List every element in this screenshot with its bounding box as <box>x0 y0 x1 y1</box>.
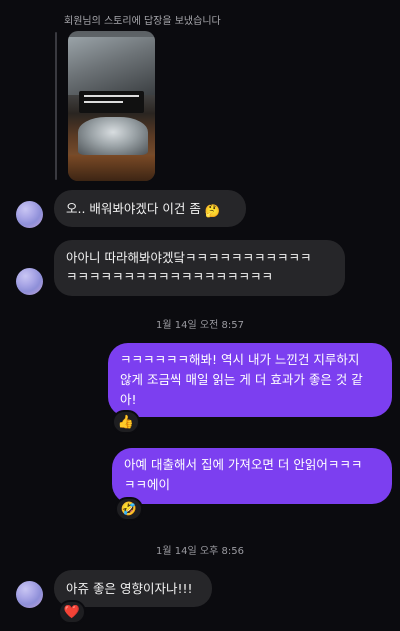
thumbs-up-icon: 👍 <box>117 414 135 430</box>
message-text: 오.. 배워봐야겠다 이건 좀 <box>66 201 205 216</box>
story-image-book <box>78 117 148 155</box>
story-thumbnail[interactable] <box>68 31 155 181</box>
message-bubble-incoming[interactable]: 오.. 배워봐야겠다 이건 좀 🤔 <box>54 190 246 227</box>
story-reply-caption: 회원님의 스토리에 답장을 보냈습니다 <box>64 16 221 27</box>
message-bubble-incoming[interactable]: 아아니 따라해봐야겠닼ㅋㅋㅋㅋㅋㅋㅋㅋㅋㅋㅋ ㅋㅋㅋㅋㅋㅋㅋㅋㅋㅋㅋㅋㅋㅋㅋㅋㅋ… <box>54 240 345 296</box>
message-text-line: 아예 대출해서 집에 가져오면 더 안읽어ㅋㅋㅋ <box>124 457 363 472</box>
message-text-line: 아아니 따라해봐야겠닼ㅋㅋㅋㅋㅋㅋㅋㅋㅋㅋㅋ <box>66 250 312 265</box>
reaction-thumbs-up[interactable]: 👍 <box>112 410 140 434</box>
timestamp: 1월 14일 오전 8:57 <box>156 320 244 331</box>
story-text-sticker <box>79 91 144 113</box>
rolling-laughing-icon: 🤣 <box>120 501 138 517</box>
reaction-laughing[interactable]: 🤣 <box>115 497 143 521</box>
message-bubble-outgoing[interactable]: 아예 대출해서 집에 가져오면 더 안읽어ㅋㅋㅋ ㅋㅋ에이 <box>112 448 392 504</box>
story-image-background <box>68 37 155 95</box>
message-text-line: ㅋㅋㅋㅋㅋㅋ해봐! 역시 내가 느낀건 지루하지 <box>120 352 360 367</box>
message-text: 아쥬 좋은 영향이자나!!! <box>66 581 193 596</box>
thinking-face-emoji: 🤔 <box>204 203 221 218</box>
message-text-line: 아! <box>120 392 137 407</box>
avatar[interactable] <box>16 268 43 295</box>
story-image-table <box>68 155 155 181</box>
message-bubble-outgoing[interactable]: ㅋㅋㅋㅋㅋㅋ해봐! 역시 내가 느낀건 지루하지 않게 조금씩 매일 읽는 게 … <box>108 343 392 417</box>
story-reply-bar <box>55 32 57 180</box>
avatar[interactable] <box>16 581 43 608</box>
heart-icon: ❤️ <box>63 604 81 620</box>
message-text-line: ㅋㅋㅋㅋㅋㅋㅋㅋㅋㅋㅋㅋㅋㅋㅋㅋㅋㅋ <box>66 269 274 284</box>
timestamp: 1월 14일 오후 8:56 <box>156 546 244 557</box>
message-text-line: 않게 조금씩 매일 읽는 게 더 효과가 좋은 것 같 <box>120 372 363 387</box>
reaction-heart[interactable]: ❤️ <box>58 600 86 624</box>
avatar[interactable] <box>16 201 43 228</box>
message-text-line: ㅋㅋ에이 <box>124 477 171 492</box>
